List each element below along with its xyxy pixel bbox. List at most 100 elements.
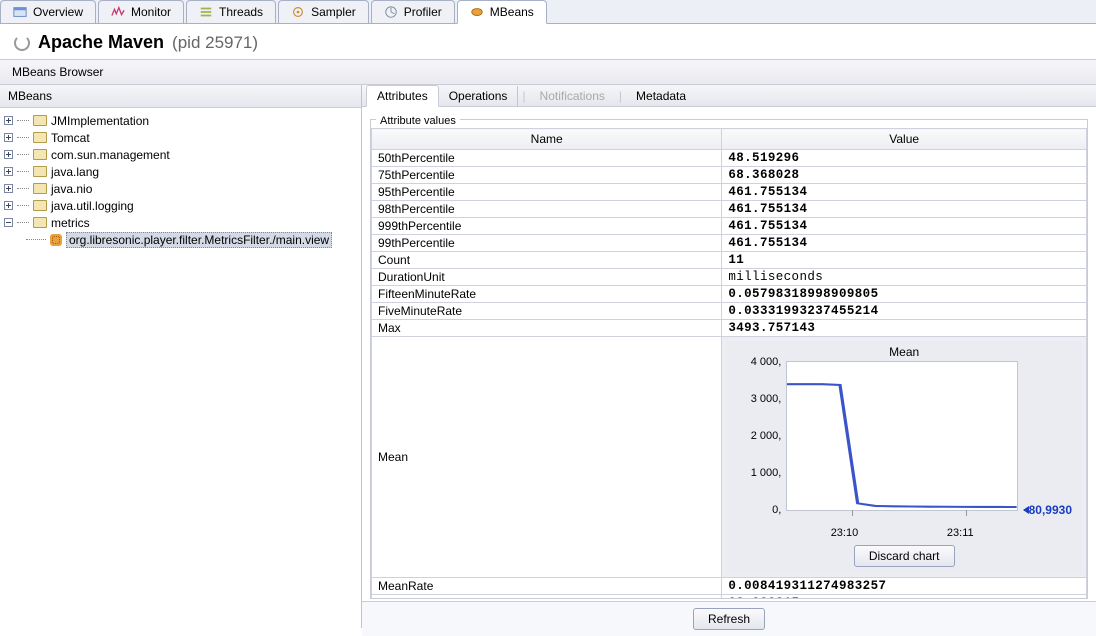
collapse-icon[interactable]	[4, 218, 13, 227]
table-row[interactable]: Count11	[372, 252, 1087, 269]
attribute-scroll[interactable]: Name Value 50thPercentile48.51929675thPe…	[371, 128, 1087, 598]
expand-icon[interactable]	[4, 167, 13, 176]
attr-name: Min	[372, 595, 722, 599]
expand-icon[interactable]	[4, 150, 13, 159]
table-row[interactable]: Max3493.757143	[372, 320, 1087, 337]
tree-node[interactable]: java.util.logging	[4, 197, 357, 214]
tree-label: java.util.logging	[51, 199, 134, 213]
attr-name: MeanRate	[372, 578, 722, 595]
table-row[interactable]: 75thPercentile68.368028	[372, 167, 1087, 184]
expand-icon[interactable]	[4, 116, 13, 125]
mbean-tree[interactable]: JMImplementation Tomcat com.sun.manageme…	[0, 108, 361, 252]
table-row[interactable]: 95thPercentile461.755134	[372, 184, 1087, 201]
attribute-panel: Attributes Operations | Notifications | …	[362, 85, 1096, 628]
bean-icon	[50, 234, 62, 246]
chart-canvas: 4 000, 3 000, 2 000, 1 000, 0,	[786, 361, 1018, 511]
sub-tab-strip: Attributes Operations | Notifications | …	[362, 85, 1096, 107]
mbeans-sidebar: MBeans JMImplementation Tomcat com.sun.m…	[0, 85, 362, 628]
tab-label: Sampler	[311, 5, 356, 19]
tree-node[interactable]: java.nio	[4, 180, 357, 197]
tab-threads[interactable]: Threads	[186, 0, 276, 23]
col-name[interactable]: Name	[372, 129, 722, 150]
folder-icon	[33, 183, 47, 194]
attr-value: 461.755134	[722, 235, 1087, 252]
table-row[interactable]: 98thPercentile461.755134	[372, 201, 1087, 218]
attr-name: 75thPercentile	[372, 167, 722, 184]
sidebar-title: MBeans	[0, 85, 361, 108]
table-row[interactable]: FiveMinuteRate0.03331993237455214	[372, 303, 1087, 320]
attr-value: milliseconds	[722, 269, 1087, 286]
sampler-icon	[291, 5, 305, 19]
tab-monitor[interactable]: Monitor	[98, 0, 184, 23]
subtab-notifications: Notifications	[530, 86, 615, 106]
tab-mbeans[interactable]: MBeans	[457, 0, 547, 24]
tab-label: Threads	[219, 5, 263, 19]
attr-name: Count	[372, 252, 722, 269]
tab-overview[interactable]: Overview	[0, 0, 96, 23]
refresh-button[interactable]: Refresh	[693, 608, 765, 630]
attr-name: 50thPercentile	[372, 150, 722, 167]
col-value[interactable]: Value	[722, 129, 1087, 150]
attr-value: 48.519296	[722, 150, 1087, 167]
discard-chart-button[interactable]: Discard chart	[854, 545, 955, 567]
tree-label: com.sun.management	[51, 148, 170, 162]
spinner-icon	[14, 35, 30, 51]
expand-icon[interactable]	[4, 184, 13, 193]
attr-value: 3493.757143	[722, 320, 1087, 337]
tab-label: Monitor	[131, 5, 171, 19]
attr-name: 95thPercentile	[372, 184, 722, 201]
mbeans-icon	[470, 5, 484, 19]
table-row[interactable]: 999thPercentile461.755134	[372, 218, 1087, 235]
footer-bar: Refresh	[362, 601, 1096, 636]
threads-icon	[199, 5, 213, 19]
folder-icon	[33, 200, 47, 211]
subtab-attributes[interactable]: Attributes	[366, 85, 439, 107]
chart-current-value: 80,9930	[1029, 503, 1072, 517]
table-row[interactable]: 50thPercentile48.519296	[372, 150, 1087, 167]
attr-name: FifteenMinuteRate	[372, 286, 722, 303]
tree-label: java.lang	[51, 165, 99, 179]
attr-value: 461.755134	[722, 201, 1087, 218]
folder-icon	[33, 166, 47, 177]
subtab-metadata[interactable]: Metadata	[626, 86, 696, 106]
attr-name: 99thPercentile	[372, 235, 722, 252]
tab-sampler[interactable]: Sampler	[278, 0, 369, 23]
table-row[interactable]: DurationUnitmilliseconds	[372, 269, 1087, 286]
table-row[interactable]: MeanRate0.008419311274983257	[372, 578, 1087, 595]
tree-leaf[interactable]: org.libresonic.player.filter.MetricsFilt…	[4, 231, 357, 248]
attr-name: DurationUnit	[372, 269, 722, 286]
tree-label: Tomcat	[51, 131, 90, 145]
tree-node[interactable]: Tomcat	[4, 129, 357, 146]
tree-label: metrics	[51, 216, 90, 230]
tree-node[interactable]: JMImplementation	[4, 112, 357, 129]
attr-name: FiveMinuteRate	[372, 303, 722, 320]
chart-x-labels: 23:10 23:11	[786, 511, 1018, 539]
tab-profiler[interactable]: Profiler	[371, 0, 455, 23]
attr-value: 28.232815	[722, 595, 1087, 599]
subtab-operations[interactable]: Operations	[439, 86, 519, 106]
folder-icon	[33, 149, 47, 160]
tree-node[interactable]: java.lang	[4, 163, 357, 180]
attr-value: 0.008419311274983257	[722, 578, 1087, 595]
table-row-chart: Mean Mean 4 000, 3 000, 2 000,	[372, 337, 1087, 578]
expand-icon[interactable]	[4, 133, 13, 142]
tree-node[interactable]: com.sun.management	[4, 146, 357, 163]
table-row[interactable]: 99thPercentile461.755134	[372, 235, 1087, 252]
profiler-icon	[384, 5, 398, 19]
app-pid: (pid 25971)	[172, 33, 258, 53]
tree-label: JMImplementation	[51, 114, 149, 128]
attribute-table: Name Value 50thPercentile48.51929675thPe…	[371, 128, 1087, 598]
app-title: Apache Maven	[38, 32, 164, 52]
tree-node[interactable]: metrics	[4, 214, 357, 231]
attr-name: 999thPercentile	[372, 218, 722, 235]
table-row[interactable]: FifteenMinuteRate0.05798318998909805	[372, 286, 1087, 303]
chart-y-labels: 4 000, 3 000, 2 000, 1 000, 0,	[733, 356, 781, 516]
tab-label: MBeans	[490, 5, 534, 19]
attr-name: Max	[372, 320, 722, 337]
attr-value: 11	[722, 252, 1087, 269]
attr-value: 461.755134	[722, 184, 1087, 201]
folder-icon	[33, 115, 47, 126]
table-row[interactable]: Min28.232815	[372, 595, 1087, 599]
expand-icon[interactable]	[4, 201, 13, 210]
fieldset-legend: Attribute values	[376, 115, 460, 127]
